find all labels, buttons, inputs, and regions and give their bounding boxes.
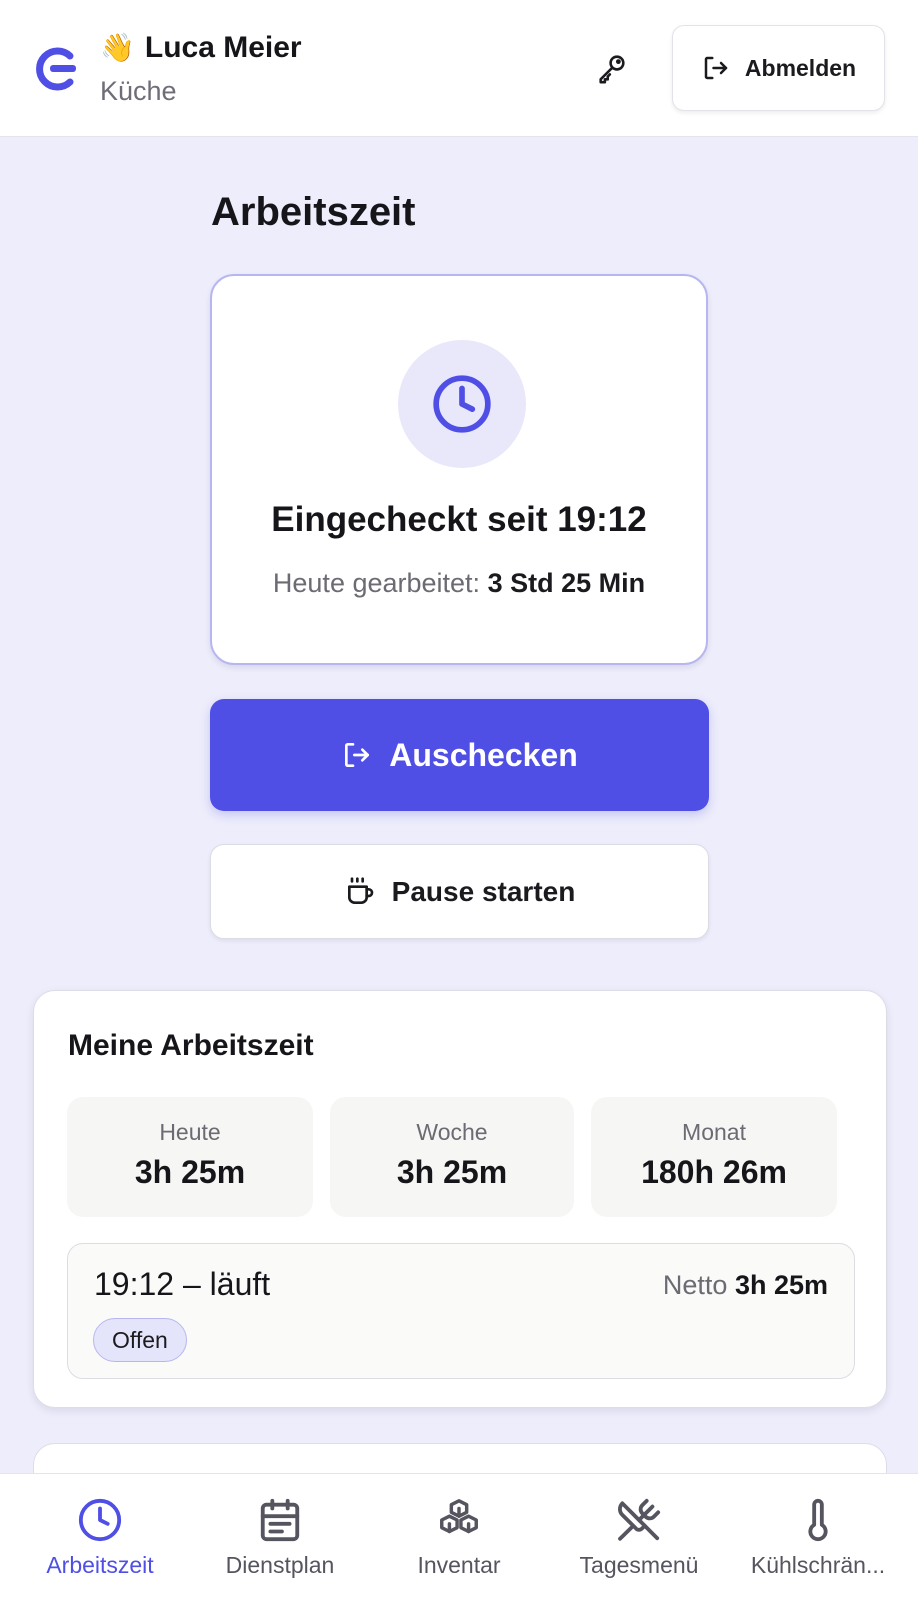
clock-badge	[398, 340, 526, 468]
nav-item-dienstplan[interactable]: Dienstplan	[190, 1474, 370, 1600]
worked-today-label: Heute gearbeitet:	[272, 568, 481, 598]
nav-label: Arbeitszeit	[46, 1552, 154, 1578]
nav-label: Kühlschrän...	[750, 1552, 886, 1578]
worked-today-value: 3 Std 25 Min	[487, 568, 646, 598]
stat-label: Monat	[682, 1119, 746, 1145]
entry-time: 19:12 – läuft	[94, 1266, 271, 1302]
status-badge: Offen	[93, 1318, 187, 1362]
user-info: 👋 Luca Meier Küche	[100, 28, 302, 107]
nav-label: Inventar	[417, 1552, 501, 1578]
waving-hand-icon: 👋	[100, 32, 135, 63]
app-header: 👋 Luca Meier Küche Abmelden	[0, 0, 918, 137]
user-name: Luca Meier	[144, 31, 302, 64]
work-summary-card: Meine Arbeitszeit Heute 3h 25m Woche 3h …	[33, 990, 887, 1408]
nav-label: Dienstplan	[225, 1552, 335, 1578]
nav-item-tagesmenue[interactable]: Tagesmenü	[549, 1474, 729, 1600]
stat-label: Heute	[159, 1119, 221, 1145]
checkin-status-text: Eingecheckt seit 19:12	[271, 500, 647, 539]
worked-today-row: Heute gearbeitet: 3 Std 25 Min	[212, 568, 706, 599]
checkout-button[interactable]: Auschecken	[210, 699, 709, 811]
stat-month: Monat 180h 26m	[591, 1097, 837, 1217]
thermometer-icon	[794, 1496, 842, 1544]
boxes-icon	[435, 1496, 483, 1544]
stat-today: Heute 3h 25m	[67, 1097, 313, 1217]
netto-label: Netto	[662, 1270, 728, 1300]
logout-icon	[704, 56, 728, 80]
stat-value: 180h 26m	[641, 1154, 787, 1190]
nav-item-inventar[interactable]: Inventar	[369, 1474, 549, 1600]
checkout-label: Auschecken	[389, 736, 578, 773]
nav-item-kuehlschrank[interactable]: Kühlschrän...	[728, 1474, 908, 1600]
user-department: Küche	[100, 76, 177, 106]
logout-icon	[345, 743, 370, 767]
time-entry-row[interactable]: 19:12 – läuft Netto 3h 25m Offen	[67, 1243, 855, 1379]
stat-week: Woche 3h 25m	[330, 1097, 574, 1217]
change-password-button[interactable]	[592, 48, 632, 88]
netto-value: 3h 25m	[734, 1270, 828, 1300]
entry-netto: Netto 3h 25m	[663, 1270, 828, 1301]
utensils-crossed-icon	[615, 1496, 663, 1544]
key-icon	[599, 55, 625, 84]
stat-value: 3h 25m	[134, 1154, 246, 1190]
page-title: Arbeitszeit	[211, 190, 416, 234]
app-logo-icon	[30, 44, 80, 94]
clock-icon	[76, 1496, 124, 1544]
calendar-icon	[256, 1496, 304, 1544]
logout-button[interactable]: Abmelden	[672, 25, 885, 111]
bottom-navigation: Arbeitszeit Dienstplan Inventar Tagesmen…	[0, 1473, 918, 1600]
stat-label: Woche	[416, 1119, 488, 1145]
clock-icon	[433, 375, 491, 433]
nav-label: Tagesmenü	[579, 1552, 699, 1578]
nav-item-arbeitszeit[interactable]: Arbeitszeit	[10, 1474, 190, 1600]
summary-title: Meine Arbeitszeit	[68, 1029, 314, 1062]
stat-value: 3h 25m	[396, 1154, 508, 1190]
checkin-status-card: Eingecheckt seit 19:12 Heute gearbeitet:…	[210, 274, 708, 665]
pause-label: Pause starten	[391, 875, 576, 907]
start-pause-button[interactable]: Pause starten	[210, 844, 709, 939]
coffee-icon	[347, 876, 373, 904]
logout-label: Abmelden	[744, 54, 857, 81]
